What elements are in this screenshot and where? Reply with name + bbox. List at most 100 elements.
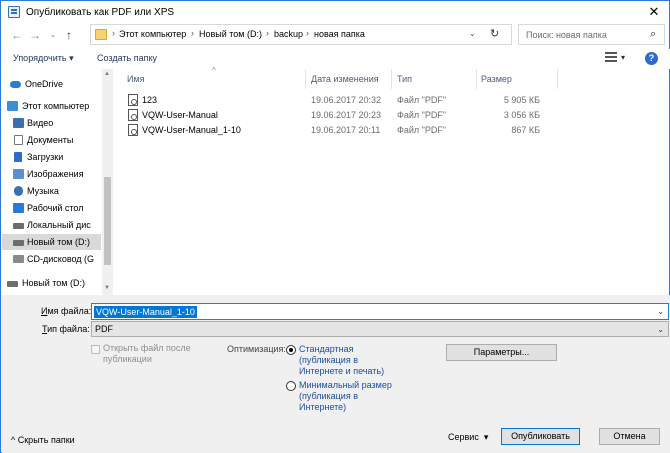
address-bar[interactable]: › Этот компьютер › Новый том (D:) › back… bbox=[90, 24, 512, 45]
nav-item-desktop[interactable]: Рабочий стол bbox=[2, 200, 101, 216]
nav-item-label: Изображения bbox=[27, 169, 84, 179]
pdf-file-icon bbox=[128, 124, 138, 136]
nav-item-label: Загрузки bbox=[27, 152, 64, 162]
breadcrumb-backup[interactable]: backup bbox=[274, 29, 303, 39]
computer-icon bbox=[7, 101, 18, 111]
breadcrumb-separator[interactable]: › bbox=[266, 28, 269, 38]
view-options-icon[interactable] bbox=[605, 52, 617, 63]
breadcrumb-drive-d[interactable]: Новый том (D:) bbox=[199, 29, 262, 39]
standard-optimization-radio[interactable] bbox=[286, 345, 296, 355]
nav-scrollbar-thumb[interactable] bbox=[104, 177, 111, 265]
search-input[interactable]: Поиск: новая папка ⌕ bbox=[518, 24, 665, 45]
organize-button[interactable]: Упорядочить ▾ bbox=[13, 53, 74, 64]
column-header-date[interactable]: Дата изменения bbox=[311, 74, 379, 84]
column-divider[interactable] bbox=[557, 69, 558, 89]
nav-item-label: CD-дисковод (G bbox=[27, 254, 95, 264]
cd-drive-icon bbox=[13, 255, 24, 263]
nav-item-label: Видео bbox=[27, 118, 54, 128]
file-list: Имя ^ Дата изменения Тип Размер 123 19.0… bbox=[115, 66, 669, 295]
video-icon bbox=[13, 118, 24, 128]
nav-item-video[interactable]: Видео bbox=[2, 115, 101, 131]
file-row[interactable]: VQW-User-Manual 19.06.2017 20:23 Файл "P… bbox=[125, 108, 540, 123]
refresh-icon[interactable]: ↻ bbox=[490, 27, 499, 40]
nav-scrollbar[interactable]: ▲ ▼ bbox=[102, 69, 113, 295]
nav-item-pictures[interactable]: Изображения bbox=[2, 166, 101, 182]
scroll-down-icon[interactable]: ▼ bbox=[104, 285, 110, 291]
service-menu[interactable]: Сервис ▾ bbox=[448, 432, 488, 443]
open-after-publish-checkbox[interactable] bbox=[91, 345, 100, 354]
service-dropdown-icon: ▾ bbox=[483, 432, 489, 442]
address-dropdown-chevron-icon[interactable]: ⌄ bbox=[469, 29, 476, 38]
file-row[interactable]: 123 19.06.2017 20:32 Файл "PDF" 5 905 КБ bbox=[125, 93, 540, 108]
file-type: Файл "PDF" bbox=[397, 95, 447, 105]
open-after-publish-label: Открыть файл после публикации bbox=[103, 343, 191, 364]
window-title: Опубликовать как PDF или XPS bbox=[26, 7, 175, 18]
pdf-file-icon bbox=[128, 109, 138, 121]
nav-item-label: Новый том (D:) bbox=[27, 237, 90, 247]
filename-label-text: мя файла: bbox=[47, 306, 92, 316]
breadcrumb-separator[interactable]: › bbox=[112, 28, 115, 38]
filetype-dropdown-chevron-icon[interactable]: ⌄ bbox=[657, 325, 664, 334]
close-icon[interactable]: ✕ bbox=[641, 2, 667, 22]
filename-dropdown-chevron-icon[interactable]: ⌄ bbox=[657, 307, 664, 316]
scroll-up-icon[interactable]: ▲ bbox=[104, 71, 110, 77]
standard-optimization-label[interactable]: Стандартная (публикация в Интернете и пе… bbox=[299, 344, 399, 377]
column-divider[interactable] bbox=[391, 69, 392, 89]
file-name: VQW-User-Manual_1-10 bbox=[142, 125, 241, 135]
up-arrow-icon[interactable]: ↑ bbox=[62, 28, 76, 42]
nav-item-drive-d-root[interactable]: Новый том (D:) bbox=[2, 275, 101, 291]
filename-input[interactable]: VQW-User-Manual_1-10 ⌄ bbox=[91, 303, 669, 320]
file-name: 123 bbox=[142, 95, 158, 105]
filetype-label-text: ип файла: bbox=[47, 324, 90, 334]
breadcrumb-separator[interactable]: › bbox=[306, 28, 309, 38]
navigation-pane: OneDrive Этот компьютер Видео Документы … bbox=[2, 69, 113, 295]
organize-label: Упорядочить bbox=[13, 53, 67, 63]
column-header-name[interactable]: Имя bbox=[127, 74, 145, 84]
nav-item-downloads[interactable]: Загрузки bbox=[2, 149, 101, 165]
minimal-optimization-radio[interactable] bbox=[286, 381, 296, 391]
breadcrumb-new-folder[interactable]: новая папка bbox=[314, 29, 365, 39]
back-arrow-icon[interactable]: ← bbox=[10, 28, 24, 42]
filetype-select[interactable]: PDF ⌄ bbox=[91, 321, 669, 337]
nav-item-local-disk[interactable]: Локальный дис bbox=[2, 217, 101, 233]
drive-icon bbox=[7, 281, 18, 287]
publish-button[interactable]: Опубликовать bbox=[501, 428, 580, 445]
nav-item-cd-drive[interactable]: CD-дисковод (G bbox=[2, 251, 101, 267]
nav-item-documents[interactable]: Документы bbox=[2, 132, 101, 148]
nav-item-this-pc[interactable]: Этот компьютер bbox=[2, 98, 101, 114]
column-header-size[interactable]: Размер bbox=[481, 74, 512, 84]
command-toolbar: Упорядочить ▾ Создать папку ▾ ? bbox=[2, 49, 670, 69]
search-icon[interactable]: ⌕ bbox=[650, 28, 656, 41]
column-divider[interactable] bbox=[305, 69, 306, 89]
help-icon[interactable]: ? bbox=[645, 52, 658, 65]
publish-dialog: Опубликовать как PDF или XPS ✕ ← → ⌄ ↑ ›… bbox=[0, 0, 670, 453]
nav-item-label: Рабочий стол bbox=[27, 203, 84, 213]
save-options-panel: Имя файла: VQW-User-Manual_1-10 ⌄ Тип фа… bbox=[2, 295, 670, 453]
nav-item-label: Этот компьютер bbox=[22, 101, 90, 111]
parameters-button[interactable]: Параметры... bbox=[446, 344, 557, 361]
cancel-button[interactable]: Отмена bbox=[599, 428, 660, 445]
column-divider[interactable] bbox=[476, 69, 477, 89]
file-date: 19.06.2017 20:11 bbox=[311, 125, 381, 135]
breadcrumb-this-pc[interactable]: Этот компьютер bbox=[119, 29, 186, 39]
filename-value: VQW-User-Manual_1-10 bbox=[94, 306, 197, 318]
view-dropdown-icon[interactable]: ▾ bbox=[621, 53, 625, 62]
forward-arrow-icon[interactable]: → bbox=[28, 28, 42, 42]
new-folder-button[interactable]: Создать папку bbox=[97, 53, 157, 63]
nav-item-onedrive[interactable]: OneDrive bbox=[2, 76, 101, 92]
column-header-type[interactable]: Тип bbox=[397, 74, 412, 84]
pictures-icon bbox=[13, 169, 24, 179]
file-size: 867 КБ bbox=[511, 125, 540, 135]
nav-item-music[interactable]: Музыка bbox=[2, 183, 101, 199]
file-type: Файл "PDF" bbox=[397, 125, 447, 135]
hide-folders-label: Скрыть папки bbox=[17, 435, 75, 445]
nav-item-drive-d[interactable]: Новый том (D:) bbox=[2, 234, 101, 250]
recent-locations-chevron-icon[interactable]: ⌄ bbox=[46, 28, 60, 42]
music-icon bbox=[14, 186, 23, 196]
hide-folders-button[interactable]: ^ Скрыть папки bbox=[11, 435, 75, 445]
file-row[interactable]: VQW-User-Manual_1-10 19.06.2017 20:11 Фа… bbox=[125, 123, 540, 138]
file-type: Файл "PDF" bbox=[397, 110, 447, 120]
breadcrumb-separator[interactable]: › bbox=[191, 28, 194, 38]
minimal-optimization-label[interactable]: Минимальный размер (публикация в Интерне… bbox=[299, 380, 399, 413]
file-size: 3 056 КБ bbox=[503, 110, 540, 120]
